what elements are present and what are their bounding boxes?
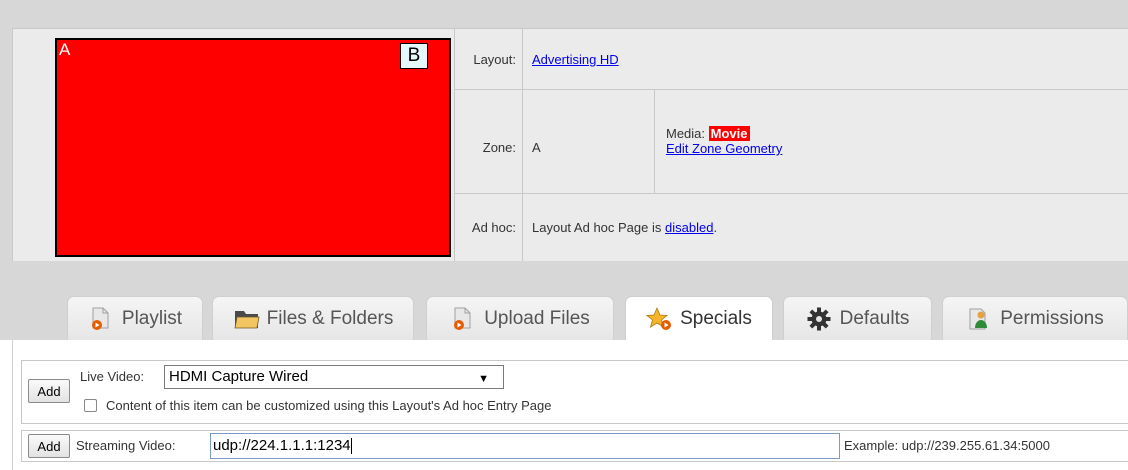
zone-value: A bbox=[532, 140, 541, 155]
gear-icon bbox=[806, 306, 832, 332]
divider bbox=[522, 29, 523, 261]
adhoc-status: Layout Ad hoc Page is disabled. bbox=[532, 220, 717, 235]
layout-label: Layout: bbox=[473, 52, 516, 67]
live-video-label: Live Video: bbox=[80, 369, 145, 384]
tab-specials[interactable]: Specials bbox=[625, 296, 773, 340]
tab-playlist[interactable]: Playlist bbox=[67, 296, 203, 340]
streaming-example-text: Example: udp://239.255.61.34:5000 bbox=[844, 438, 1050, 453]
zone-a-label: A bbox=[59, 40, 71, 59]
zone-b-marker[interactable]: B bbox=[400, 43, 428, 69]
layout-value: Advertising HD bbox=[532, 52, 619, 67]
divider bbox=[454, 193, 1128, 194]
streaming-video-label: Streaming Video: bbox=[76, 438, 176, 453]
adhoc-disabled-link[interactable]: disabled bbox=[665, 220, 713, 235]
tab-upload-files[interactable]: Upload Files bbox=[426, 296, 614, 340]
streaming-url-value: udp://224.1.1.1:1234 bbox=[213, 437, 351, 454]
live-video-select[interactable]: HDMI Capture Wired ▼ bbox=[164, 365, 504, 389]
divider bbox=[454, 89, 1128, 90]
zone-label: Zone: bbox=[482, 140, 516, 155]
specials-panel: Add Live Video: HDMI Capture Wired ▼ Con… bbox=[12, 340, 1128, 470]
tab-label: Permissions bbox=[1000, 307, 1104, 329]
layout-link[interactable]: Advertising HD bbox=[532, 52, 619, 67]
star-icon bbox=[646, 306, 672, 332]
add-live-video-button[interactable]: Add bbox=[28, 379, 70, 403]
divider bbox=[654, 89, 655, 193]
streaming-url-input[interactable]: udp://224.1.1.1:1234 bbox=[210, 433, 840, 459]
streaming-video-row: Add Streaming Video: udp://224.1.1.1:123… bbox=[21, 430, 1128, 462]
adhoc-period: . bbox=[713, 220, 718, 235]
tab-label: Upload Files bbox=[484, 307, 590, 329]
customize-checkbox-label: Content of this item can be customized u… bbox=[106, 398, 552, 413]
live-video-selected: HDMI Capture Wired bbox=[169, 368, 309, 385]
upload-icon bbox=[450, 306, 476, 332]
edit-zone-geometry-link[interactable]: Edit Zone Geometry bbox=[666, 141, 782, 156]
tab-permissions[interactable]: Permissions bbox=[942, 296, 1128, 340]
add-streaming-video-button[interactable]: Add bbox=[28, 434, 70, 458]
tab-files-folders[interactable]: Files & Folders bbox=[212, 296, 414, 340]
playlist-icon bbox=[88, 306, 114, 332]
tab-label: Defaults bbox=[839, 307, 910, 329]
tab-strip: Playlist Files & Folders Upload Files Sp… bbox=[12, 292, 1128, 340]
text-cursor bbox=[350, 438, 352, 455]
adhoc-text: Layout Ad hoc Page is bbox=[532, 220, 662, 235]
media-info: Media: Movie Edit Zone Geometry bbox=[666, 126, 782, 156]
tab-label: Files & Folders bbox=[266, 307, 394, 329]
tab-defaults[interactable]: Defaults bbox=[783, 296, 932, 340]
tab-label: Playlist bbox=[121, 307, 183, 329]
media-badge: Movie bbox=[708, 126, 750, 141]
chevron-down-icon: ▼ bbox=[478, 373, 489, 385]
tab-label: Specials bbox=[680, 307, 752, 329]
folder-icon bbox=[233, 306, 260, 332]
media-label: Media: bbox=[666, 126, 706, 141]
adhoc-label: Ad hoc: bbox=[471, 220, 516, 235]
live-video-row: Add Live Video: HDMI Capture Wired ▼ Con… bbox=[21, 360, 1128, 424]
customize-checkbox[interactable] bbox=[84, 399, 97, 412]
zone-panel: A B Layout: Advertising HD Zone: A Media… bbox=[12, 28, 1128, 261]
permissions-icon bbox=[966, 306, 992, 332]
layout-preview[interactable]: A B bbox=[55, 38, 451, 257]
